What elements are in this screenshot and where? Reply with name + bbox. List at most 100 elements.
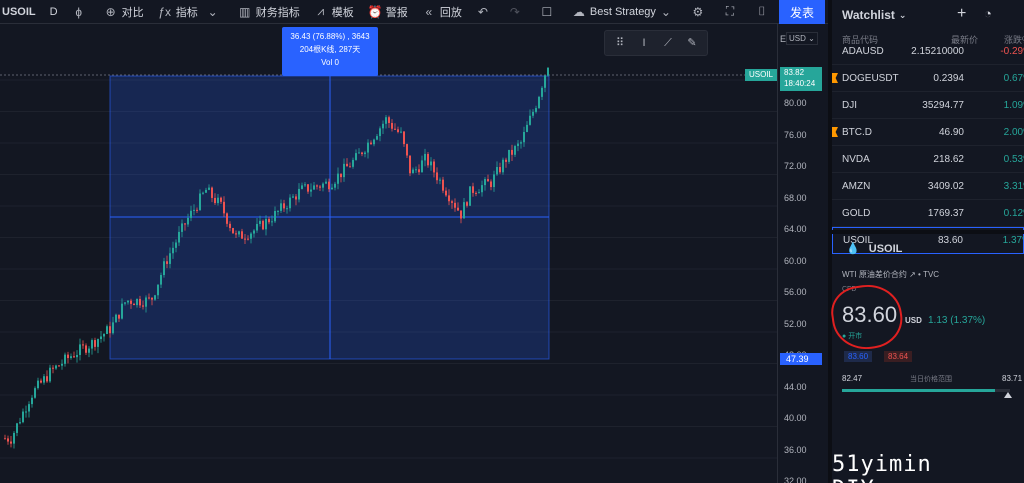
candle-body xyxy=(346,163,348,167)
candle-body xyxy=(514,146,516,155)
fullscreen-icon: ⛶ xyxy=(725,4,735,18)
price-axis[interactable]: E USD ⌄ 80.00 76.00 72.00 68.00 64.00 60.00 56… xyxy=(777,24,826,483)
candle-body xyxy=(328,181,330,190)
strategy-button[interactable]: ☁ Best Strategy ⌄ xyxy=(565,0,684,24)
candle-body xyxy=(247,238,249,240)
candle-body xyxy=(61,363,63,366)
candle-body xyxy=(430,161,432,166)
candle-body xyxy=(289,197,291,209)
candle-body xyxy=(334,183,336,188)
watchlist-row[interactable]: AMZN 3409.02 3.31% xyxy=(832,173,1024,200)
candle-body xyxy=(259,220,261,224)
redo-button[interactable]: ↷ xyxy=(501,0,533,24)
candle-body xyxy=(241,231,243,239)
candle-body xyxy=(460,210,462,219)
candle-body xyxy=(445,190,447,196)
candle-body xyxy=(442,179,444,191)
layout-button[interactable]: ☐ xyxy=(533,0,565,24)
watchlist-row[interactable]: ADAUSD 2.15210000 -0.29% xyxy=(832,38,1024,65)
candle-body xyxy=(535,108,537,112)
pie-chart-icon[interactable]: ◔ xyxy=(984,6,992,21)
tooltip-volume: Vol 0 xyxy=(321,58,339,67)
interval-label: D xyxy=(49,5,58,18)
day-range-fill xyxy=(842,389,995,392)
snapshot-button[interactable]: ⌷ xyxy=(748,0,780,24)
detail-description[interactable]: WTI 原油差价合约 xyxy=(842,270,907,279)
candle-body xyxy=(64,354,66,364)
candle-body xyxy=(214,197,216,204)
candle-body xyxy=(232,228,234,234)
watchlist-row[interactable]: BTC.D 46.90 2.00% xyxy=(832,119,1024,146)
price-tick: 60.00 xyxy=(784,255,807,266)
external-link-icon[interactable]: ↗ xyxy=(909,270,916,279)
candle-body xyxy=(340,173,342,178)
settings-button[interactable]: ⚙ xyxy=(684,0,716,24)
watchlist-row[interactable]: DOGEUSDT 0.2394 0.67% xyxy=(832,65,1024,92)
candle-body xyxy=(457,207,459,211)
candle-body xyxy=(49,367,51,382)
candle-body xyxy=(124,302,126,304)
watchlist-row[interactable]: DJI 35294.77 1.09% xyxy=(832,92,1024,119)
flag-icon[interactable] xyxy=(832,127,838,137)
watchlist-row[interactable]: NVDA 218.62 0.53% xyxy=(832,146,1024,173)
watchlist-change: 0.53% xyxy=(1003,153,1024,165)
chevron-down-icon[interactable]: ⌄ xyxy=(899,10,907,21)
market-status: ● 开市 xyxy=(842,333,863,340)
replay-button[interactable]: « 回放 xyxy=(415,0,469,24)
gear-icon: ⚙ xyxy=(692,4,704,19)
camera-icon: ⌷ xyxy=(758,4,766,18)
currency-label: USD xyxy=(789,34,806,43)
candle-body xyxy=(151,297,153,300)
watchlist-change: -0.29% xyxy=(1000,45,1024,57)
price-chart[interactable] xyxy=(0,24,777,483)
candle-body xyxy=(472,186,474,193)
text-cursor-icon[interactable]: I xyxy=(635,34,653,52)
candle-body xyxy=(163,261,165,276)
candle-body xyxy=(31,397,33,405)
chart-type-button[interactable]: ɸ xyxy=(65,0,97,24)
candle-body xyxy=(520,142,522,144)
drawing-toolbar: ⠿ I ⟋ ✎ xyxy=(604,30,708,56)
brush-icon[interactable]: ✎ xyxy=(683,34,701,52)
candle-body xyxy=(130,300,132,304)
compare-button[interactable]: ⊕ 对比 xyxy=(97,0,151,24)
chart-area[interactable] xyxy=(0,24,777,483)
drag-handle-icon[interactable]: ⠿ xyxy=(611,34,629,52)
price-tick: 40.00 xyxy=(784,413,807,423)
candle-body xyxy=(301,185,303,189)
candle-body xyxy=(463,202,465,219)
watchlist-title[interactable]: Watchlist xyxy=(842,8,895,22)
trend-line-icon[interactable]: ⟋ xyxy=(659,34,677,52)
candle-body xyxy=(220,197,222,202)
indicators-button[interactable]: ƒx 指标 ⌄ xyxy=(151,0,231,24)
candle-body xyxy=(139,298,141,306)
templates-button[interactable]: ⩘ 模板 xyxy=(307,0,361,24)
candle-body xyxy=(433,161,435,173)
price-tick: 32.00 xyxy=(784,476,807,483)
flag-icon[interactable] xyxy=(832,73,838,83)
candle-body xyxy=(13,432,15,444)
candle-body xyxy=(91,340,93,349)
candle-body xyxy=(481,185,483,193)
candle-body xyxy=(70,356,72,359)
financials-button[interactable]: ▥ 财务指标 xyxy=(231,0,307,24)
candle-body xyxy=(319,186,321,188)
add-symbol-icon[interactable]: + xyxy=(957,5,966,23)
watchlist-price: 1769.37 xyxy=(927,207,964,219)
interval-button[interactable]: D xyxy=(43,0,65,24)
undo-button[interactable]: ↶ xyxy=(469,0,501,24)
watchlist-row[interactable]: GOLD 1769.37 0.12% xyxy=(832,200,1024,227)
watchlist-price: 2.15210000 xyxy=(911,45,964,57)
watchlist-change: 0.67% xyxy=(1003,72,1024,84)
candle-body xyxy=(490,181,492,188)
alerts-button[interactable]: ⏰ 警报 xyxy=(361,0,415,24)
publish-button[interactable]: 发表 xyxy=(779,0,825,24)
symbol-search[interactable]: USOIL xyxy=(0,0,43,24)
market-status-label: 开市 xyxy=(848,333,863,340)
candle-body xyxy=(364,152,366,155)
candle-body xyxy=(439,179,441,181)
price-tick: 76.00 xyxy=(784,129,807,140)
fullscreen-button[interactable]: ⛶ xyxy=(716,0,748,24)
watchlist-change: 2.00% xyxy=(1003,126,1024,138)
currency-select[interactable]: USD ⌄ xyxy=(786,32,818,45)
